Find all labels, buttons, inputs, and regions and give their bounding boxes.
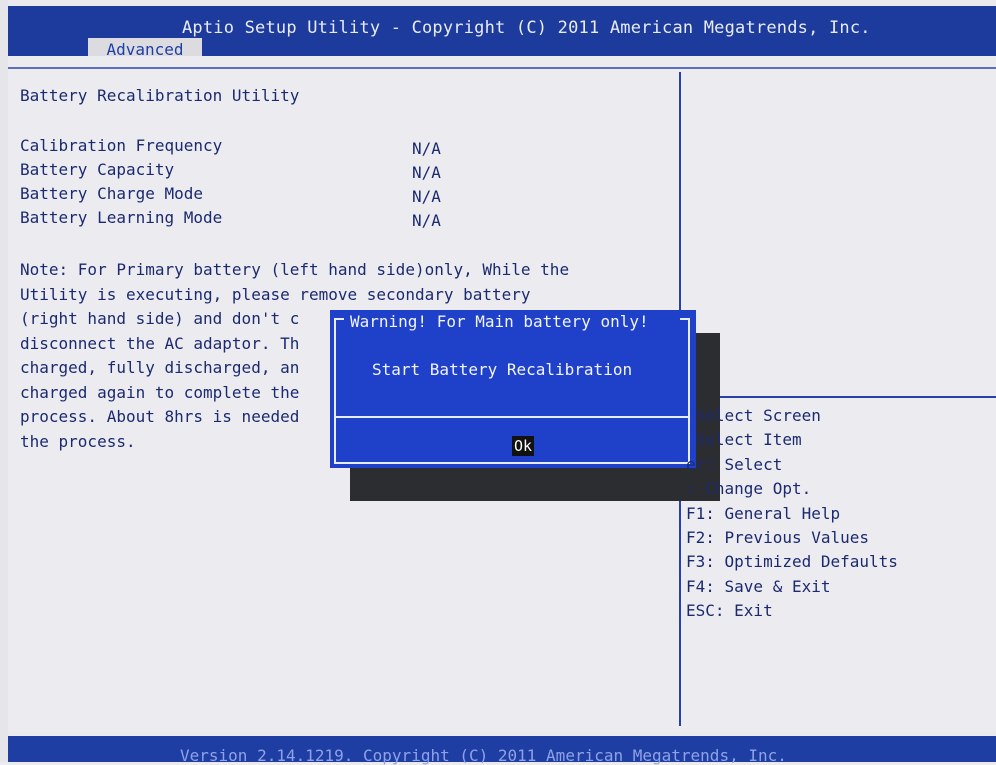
- setting-value-battery-charge-mode: N/A: [412, 187, 441, 206]
- help-item: : Change Opt.: [686, 479, 812, 499]
- setting-label-calibration-frequency[interactable]: Calibration Frequency: [20, 136, 222, 155]
- header-bar: Aptio Setup Utility - Copyright (C) 2011…: [8, 6, 996, 62]
- warning-dialog: Warning! For Main battery only! Start Ba…: [330, 310, 696, 468]
- dialog-separator: [334, 416, 690, 418]
- header-title: Aptio Setup Utility - Copyright (C) 2011…: [182, 18, 871, 38]
- setting-label-battery-learning-mode[interactable]: Battery Learning Mode: [20, 208, 222, 227]
- screen-edge: [0, 0, 8, 762]
- setting-value-battery-capacity: N/A: [412, 163, 441, 182]
- help-item: Select Screen: [686, 406, 821, 425]
- section-title: Battery Recalibration Utility: [20, 86, 300, 105]
- setting-label-battery-charge-mode[interactable]: Battery Charge Mode: [20, 184, 203, 203]
- help-item: Select Item: [686, 430, 802, 450]
- help-pane: [680, 56, 996, 732]
- note-line: Utility is executing, please remove seco…: [20, 284, 531, 304]
- help-divider: [681, 396, 996, 398]
- help-item: ESC: Exit: [686, 601, 773, 621]
- dialog-title: Warning! For Main battery only!: [350, 312, 649, 331]
- help-item: F3: Optimized Defaults: [686, 552, 898, 572]
- bios-screen: Aptio Setup Utility - Copyright (C) 2011…: [0, 0, 996, 765]
- footer-bar: Version 2.14.1219. Copyright (C) 2011 Am…: [8, 736, 996, 765]
- dialog-message: Start Battery Recalibration: [372, 360, 633, 379]
- footer-text: Version 2.14.1219. Copyright (C) 2011 Am…: [180, 746, 787, 765]
- top-divider: [8, 67, 996, 69]
- setting-value-battery-learning-mode: N/A: [412, 211, 441, 230]
- ok-button[interactable]: Ok: [512, 436, 535, 456]
- help-item: F1: General Help: [686, 503, 841, 523]
- help-list: Select Screen Select Item er: Select : Cha…: [686, 404, 898, 624]
- help-item: er: Select: [686, 454, 783, 474]
- note-line: Note: For Primary battery (left hand sid…: [20, 260, 570, 279]
- help-item: F4: Save & Exit: [686, 576, 831, 596]
- setting-label-battery-capacity[interactable]: Battery Capacity: [20, 160, 174, 179]
- help-item: F2: Previous Values: [686, 528, 870, 548]
- setting-value-calibration-frequency: N/A: [412, 139, 441, 158]
